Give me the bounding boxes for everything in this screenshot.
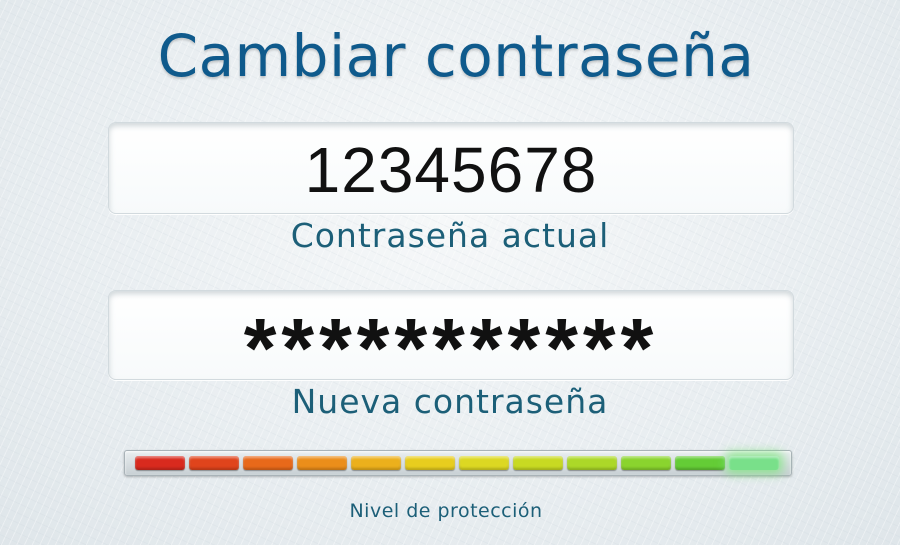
strength-segment: [189, 456, 239, 470]
strength-segment: [135, 456, 185, 470]
strength-segment: [567, 456, 617, 470]
current-password-value: 12345678: [304, 134, 598, 206]
strength-segment: [243, 456, 293, 470]
current-password-field[interactable]: 12345678: [108, 122, 794, 214]
strength-segment: [297, 456, 347, 470]
strength-meter-label: Nivel de protección: [349, 500, 543, 522]
strength-segment: [729, 456, 779, 470]
current-password-label: Contraseña actual: [290, 216, 610, 255]
strength-segment: [513, 456, 563, 470]
strength-segment: [621, 456, 671, 470]
strength-segment: [405, 456, 455, 470]
strength-segment: [459, 456, 509, 470]
strength-segment: [675, 456, 725, 470]
password-strength-meter: [124, 450, 792, 476]
new-password-field[interactable]: ***********: [108, 290, 794, 395]
page-title: Cambiar contraseña: [157, 22, 755, 90]
strength-segment: [351, 456, 401, 470]
new-password-label: Nueva contraseña: [291, 382, 609, 421]
